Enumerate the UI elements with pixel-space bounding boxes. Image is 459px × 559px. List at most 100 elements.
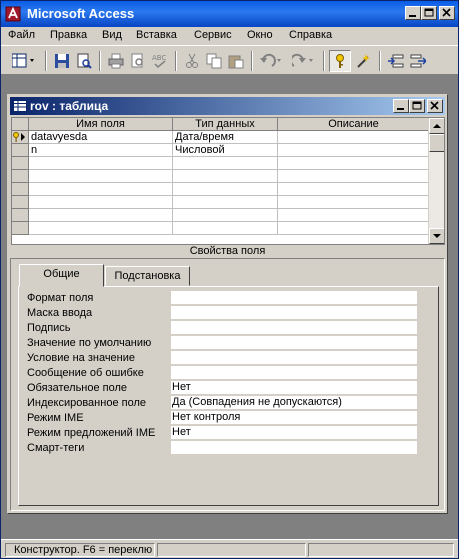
field-name-cell[interactable] — [29, 209, 173, 222]
description-cell[interactable] — [278, 222, 430, 235]
menu-tools[interactable]: Сервис — [194, 29, 232, 41]
property-value[interactable] — [171, 351, 417, 365]
menu-edit[interactable]: Правка — [50, 29, 87, 41]
table-icon[interactable] — [13, 99, 27, 113]
data-type-cell[interactable] — [173, 209, 278, 222]
table-row[interactable]: datavyesda Дата/время — [12, 131, 430, 144]
maximize-button[interactable] — [421, 6, 437, 20]
insert-rows-icon[interactable] — [385, 50, 407, 72]
copy-icon[interactable] — [203, 50, 225, 72]
search-file-icon[interactable] — [73, 50, 95, 72]
redo-icon[interactable] — [289, 50, 319, 72]
property-value[interactable]: Нет контроля — [171, 411, 417, 425]
primary-key-icon[interactable] — [329, 50, 351, 72]
table-window-close-button[interactable] — [427, 99, 443, 113]
tab-lookup[interactable]: Подстановка — [105, 266, 190, 286]
property-value[interactable]: Нет — [171, 381, 417, 395]
description-cell[interactable] — [278, 144, 430, 157]
row-selector[interactable] — [12, 170, 29, 183]
property-row: Индексированное поле Да (Совпадения не д… — [27, 396, 425, 411]
print-preview-icon[interactable] — [127, 50, 149, 72]
table-row[interactable]: n Числовой — [12, 144, 430, 157]
column-header-description: Описание — [278, 118, 430, 131]
row-selector[interactable] — [12, 144, 29, 157]
menu-insert[interactable]: Вставка — [136, 29, 177, 41]
paste-icon[interactable] — [225, 50, 247, 72]
property-label: Формат поля — [27, 292, 94, 304]
data-type-cell[interactable] — [173, 196, 278, 209]
table-window-minimize-button[interactable] — [393, 99, 409, 113]
field-name-cell[interactable] — [29, 170, 173, 183]
build-icon[interactable] — [353, 50, 375, 72]
row-selector[interactable] — [12, 157, 29, 170]
close-button[interactable] — [439, 6, 455, 20]
view-design-icon[interactable] — [9, 50, 39, 72]
table-row[interactable] — [12, 183, 430, 196]
row-selector[interactable] — [12, 183, 29, 196]
description-cell[interactable] — [278, 183, 430, 196]
status-text: Конструктор. F6 = переклю — [5, 543, 155, 557]
menu-view[interactable]: Вид — [102, 29, 122, 41]
cut-icon[interactable] — [181, 50, 203, 72]
print-icon[interactable] — [105, 50, 127, 72]
scroll-thumb[interactable] — [429, 134, 444, 152]
menu-file[interactable]: Файл — [8, 29, 35, 41]
delete-rows-icon[interactable] — [407, 50, 429, 72]
property-label: Условие на значение — [27, 352, 136, 364]
menu-help[interactable]: Справка — [289, 29, 332, 41]
menu-window[interactable]: Окно — [247, 29, 273, 41]
table-row[interactable] — [12, 170, 430, 183]
data-type-cell[interactable] — [173, 157, 278, 170]
data-type-cell[interactable]: Числовой — [173, 144, 278, 157]
menu-bar: Файл Правка Вид Вставка Сервис Окно Спра… — [1, 27, 458, 45]
table-row[interactable] — [12, 157, 430, 170]
row-selector[interactable] — [12, 222, 29, 235]
field-name-cell[interactable] — [29, 222, 173, 235]
property-row: Сообщение об ошибке — [27, 366, 425, 381]
minimize-button[interactable] — [405, 6, 421, 20]
property-value[interactable]: Да (Совпадения не допускаются) — [171, 396, 417, 410]
grid-vertical-scrollbar[interactable] — [428, 118, 444, 244]
table-row[interactable] — [12, 209, 430, 222]
table-window-maximize-button[interactable] — [409, 99, 425, 113]
row-selector[interactable] — [12, 131, 29, 144]
property-value[interactable] — [171, 441, 417, 455]
table-row[interactable] — [12, 196, 430, 209]
undo-icon[interactable] — [257, 50, 287, 72]
data-type-cell[interactable] — [173, 222, 278, 235]
data-type-cell[interactable] — [173, 183, 278, 196]
toolbar: ABC — [1, 45, 458, 75]
access-key-icon[interactable] — [5, 5, 23, 23]
description-cell[interactable] — [278, 196, 430, 209]
field-name-cell[interactable] — [29, 157, 173, 170]
column-header-data-type: Тип данных — [173, 118, 278, 131]
data-type-cell[interactable]: Дата/время — [173, 131, 278, 144]
property-value[interactable] — [171, 291, 417, 305]
row-selector[interactable] — [12, 196, 29, 209]
spelling-icon[interactable]: ABC — [149, 50, 171, 72]
property-value[interactable] — [171, 366, 417, 380]
field-name-cell[interactable] — [29, 196, 173, 209]
field-name-cell[interactable] — [29, 183, 173, 196]
property-value[interactable] — [171, 321, 417, 335]
description-cell[interactable] — [278, 209, 430, 222]
description-cell[interactable] — [278, 170, 430, 183]
field-name-cell[interactable]: n — [29, 144, 173, 157]
status-panel — [157, 543, 306, 557]
property-value[interactable] — [171, 336, 417, 350]
save-icon[interactable] — [51, 50, 73, 72]
scroll-down-button[interactable] — [429, 228, 444, 244]
field-properties-label: Свойства поля — [189, 245, 266, 257]
field-name-cell[interactable]: datavyesda — [29, 131, 173, 144]
table-row[interactable] — [12, 222, 430, 235]
property-value[interactable]: Нет — [171, 426, 417, 440]
scroll-up-button[interactable] — [429, 118, 444, 134]
property-value[interactable] — [171, 306, 417, 320]
tab-general[interactable]: Общие — [19, 264, 104, 287]
description-cell[interactable] — [278, 157, 430, 170]
data-type-cell[interactable] — [173, 170, 278, 183]
row-selector[interactable] — [12, 209, 29, 222]
property-label: Подпись — [27, 322, 71, 334]
description-cell[interactable] — [278, 131, 430, 144]
property-row: Режим предложений IME Нет — [27, 426, 425, 441]
